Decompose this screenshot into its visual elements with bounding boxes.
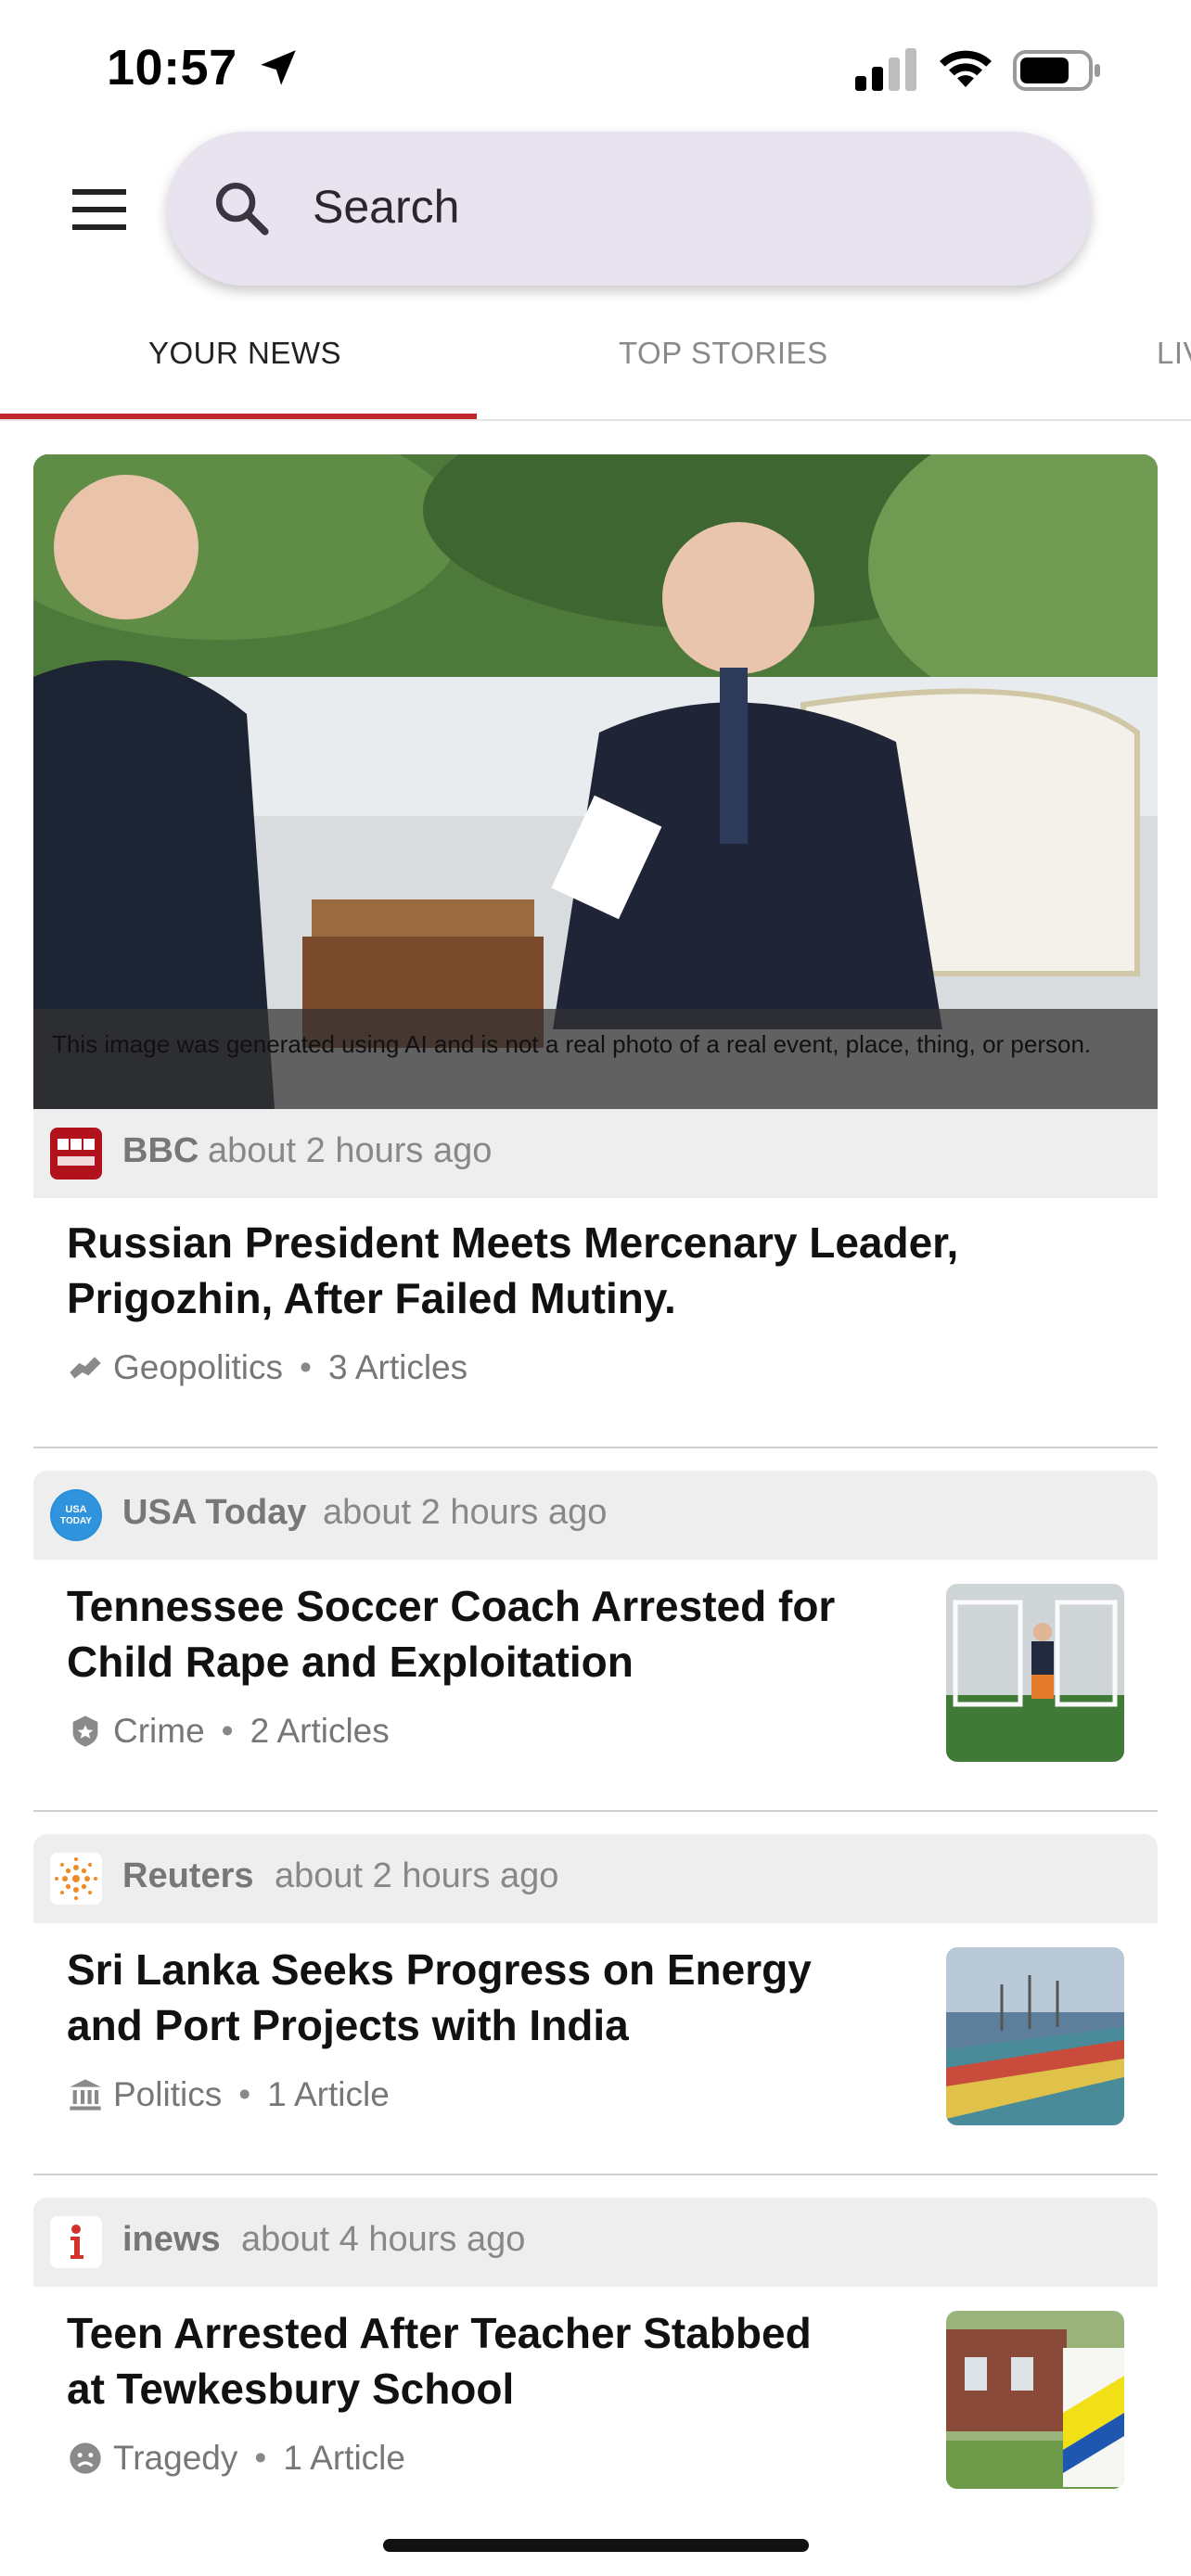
bbc-news-logo-icon	[50, 1128, 102, 1180]
meta-separator: •	[254, 2439, 267, 2477]
handshake-icon	[70, 1357, 101, 1379]
headline-line: Prigozhin, After Failed Mutiny.	[67, 1274, 676, 1322]
wifi-icon	[940, 50, 992, 87]
source-bar: inews about 4 hours ago	[33, 2198, 1158, 2287]
meta-separator: •	[221, 1712, 234, 1750]
cellular-signal-icon	[855, 48, 916, 91]
story-headline[interactable]: Tennessee Soccer Coach Arrested for Chil…	[67, 1578, 835, 1690]
hamburger-menu-icon[interactable]	[72, 189, 126, 230]
headline-line: Teen Arrested After Teacher Stabbed	[67, 2309, 812, 2357]
reuters-logo-icon	[50, 1853, 102, 1905]
publish-time: about 4 hours ago	[241, 2220, 526, 2259]
story-meta: Tragedy • 1 Article	[67, 2439, 405, 2478]
ai-image-caption: This image was generated using AI and is…	[33, 1009, 1158, 1109]
story-headline[interactable]: Sri Lanka Seeks Progress on Energy and P…	[67, 1942, 812, 2053]
publish-time: about 2 hours ago	[323, 1493, 608, 1532]
tab-top-stories[interactable]: TOP STORIES	[619, 336, 828, 371]
source-name[interactable]: USA Today	[122, 1493, 306, 1533]
story-meta: Politics • 1 Article	[67, 2075, 390, 2114]
headline-line: at Tewkesbury School	[67, 2365, 515, 2413]
svg-text:TODAY: TODAY	[60, 1516, 92, 1526]
article-count: 1 Article	[283, 2439, 405, 2477]
story-thumbnail[interactable]	[946, 1584, 1124, 1762]
source-bar: USA TODAY USA Today about 2 hours ago	[33, 1471, 1158, 1560]
source-bar: BBC about 2 hours ago	[33, 1109, 1158, 1198]
article-count: 1 Article	[267, 2075, 390, 2113]
status-time: 10:57	[107, 40, 237, 96]
story-thumbnail[interactable]	[946, 2311, 1124, 2489]
source-name[interactable]: Reuters	[122, 1856, 254, 1896]
publish-time: about 2 hours ago	[208, 1131, 493, 1170]
usa-today-logo-icon: USA TODAY	[50, 1489, 102, 1541]
story-headline[interactable]: Russian President Meets Mercenary Leader…	[67, 1215, 958, 1326]
divider	[33, 2174, 1158, 2175]
headline-line: Tennessee Soccer Coach Arrested for	[67, 1582, 836, 1630]
headline-line: Sri Lanka Seeks Progress on Energy	[67, 1945, 812, 1994]
home-indicator[interactable]	[383, 2539, 809, 2552]
divider	[33, 1447, 1158, 1448]
meta-separator: •	[238, 2075, 251, 2113]
story-meta: Geopolitics • 3 Articles	[67, 1348, 467, 1387]
story-meta: Crime • 2 Articles	[67, 1712, 390, 1751]
government-building-icon	[70, 2079, 101, 2111]
location-arrow-icon	[261, 50, 296, 85]
topic-label[interactable]: Politics	[113, 2075, 222, 2114]
tab-your-news[interactable]: YOUR NEWS	[148, 336, 341, 371]
story-hero-image[interactable]: This image was generated using AI and is…	[33, 454, 1158, 1109]
headline-line: Child Rape and Exploitation	[67, 1638, 634, 1686]
story-headline[interactable]: Teen Arrested After Teacher Stabbed at T…	[67, 2305, 812, 2417]
article-count: 3 Articles	[328, 1348, 468, 1386]
search-bar[interactable]: Search	[167, 132, 1091, 286]
source-bar: Reuters about 2 hours ago	[33, 1834, 1158, 1923]
topic-label[interactable]: Geopolitics	[113, 1348, 283, 1387]
topic-label[interactable]: Crime	[113, 1712, 205, 1751]
headline-line: and Port Projects with India	[67, 2001, 629, 2049]
article-count: 2 Articles	[250, 1712, 390, 1750]
story-thumbnail[interactable]	[946, 1947, 1124, 2125]
badge-icon	[72, 1715, 98, 1747]
tab-live[interactable]: LIV	[1157, 336, 1191, 371]
status-bar: 10:57	[0, 0, 1191, 130]
svg-text:USA: USA	[65, 1504, 86, 1515]
search-icon	[215, 182, 269, 236]
tragedy-icon	[70, 2442, 101, 2474]
tab-bar: YOUR NEWS TOP STORIES LIV	[0, 306, 1191, 421]
inews-logo-icon	[50, 2216, 102, 2268]
active-tab-indicator	[0, 414, 477, 419]
meta-separator: •	[300, 1348, 312, 1386]
source-name[interactable]: inews	[122, 2220, 221, 2260]
divider	[33, 1810, 1158, 1812]
search-placeholder: Search	[313, 181, 460, 233]
source-name[interactable]: BBC	[122, 1131, 198, 1171]
topic-label[interactable]: Tragedy	[113, 2439, 237, 2478]
publish-time: about 2 hours ago	[275, 1856, 559, 1895]
headline-line: Russian President Meets Mercenary Leader…	[67, 1218, 959, 1267]
battery-icon	[1013, 50, 1100, 91]
